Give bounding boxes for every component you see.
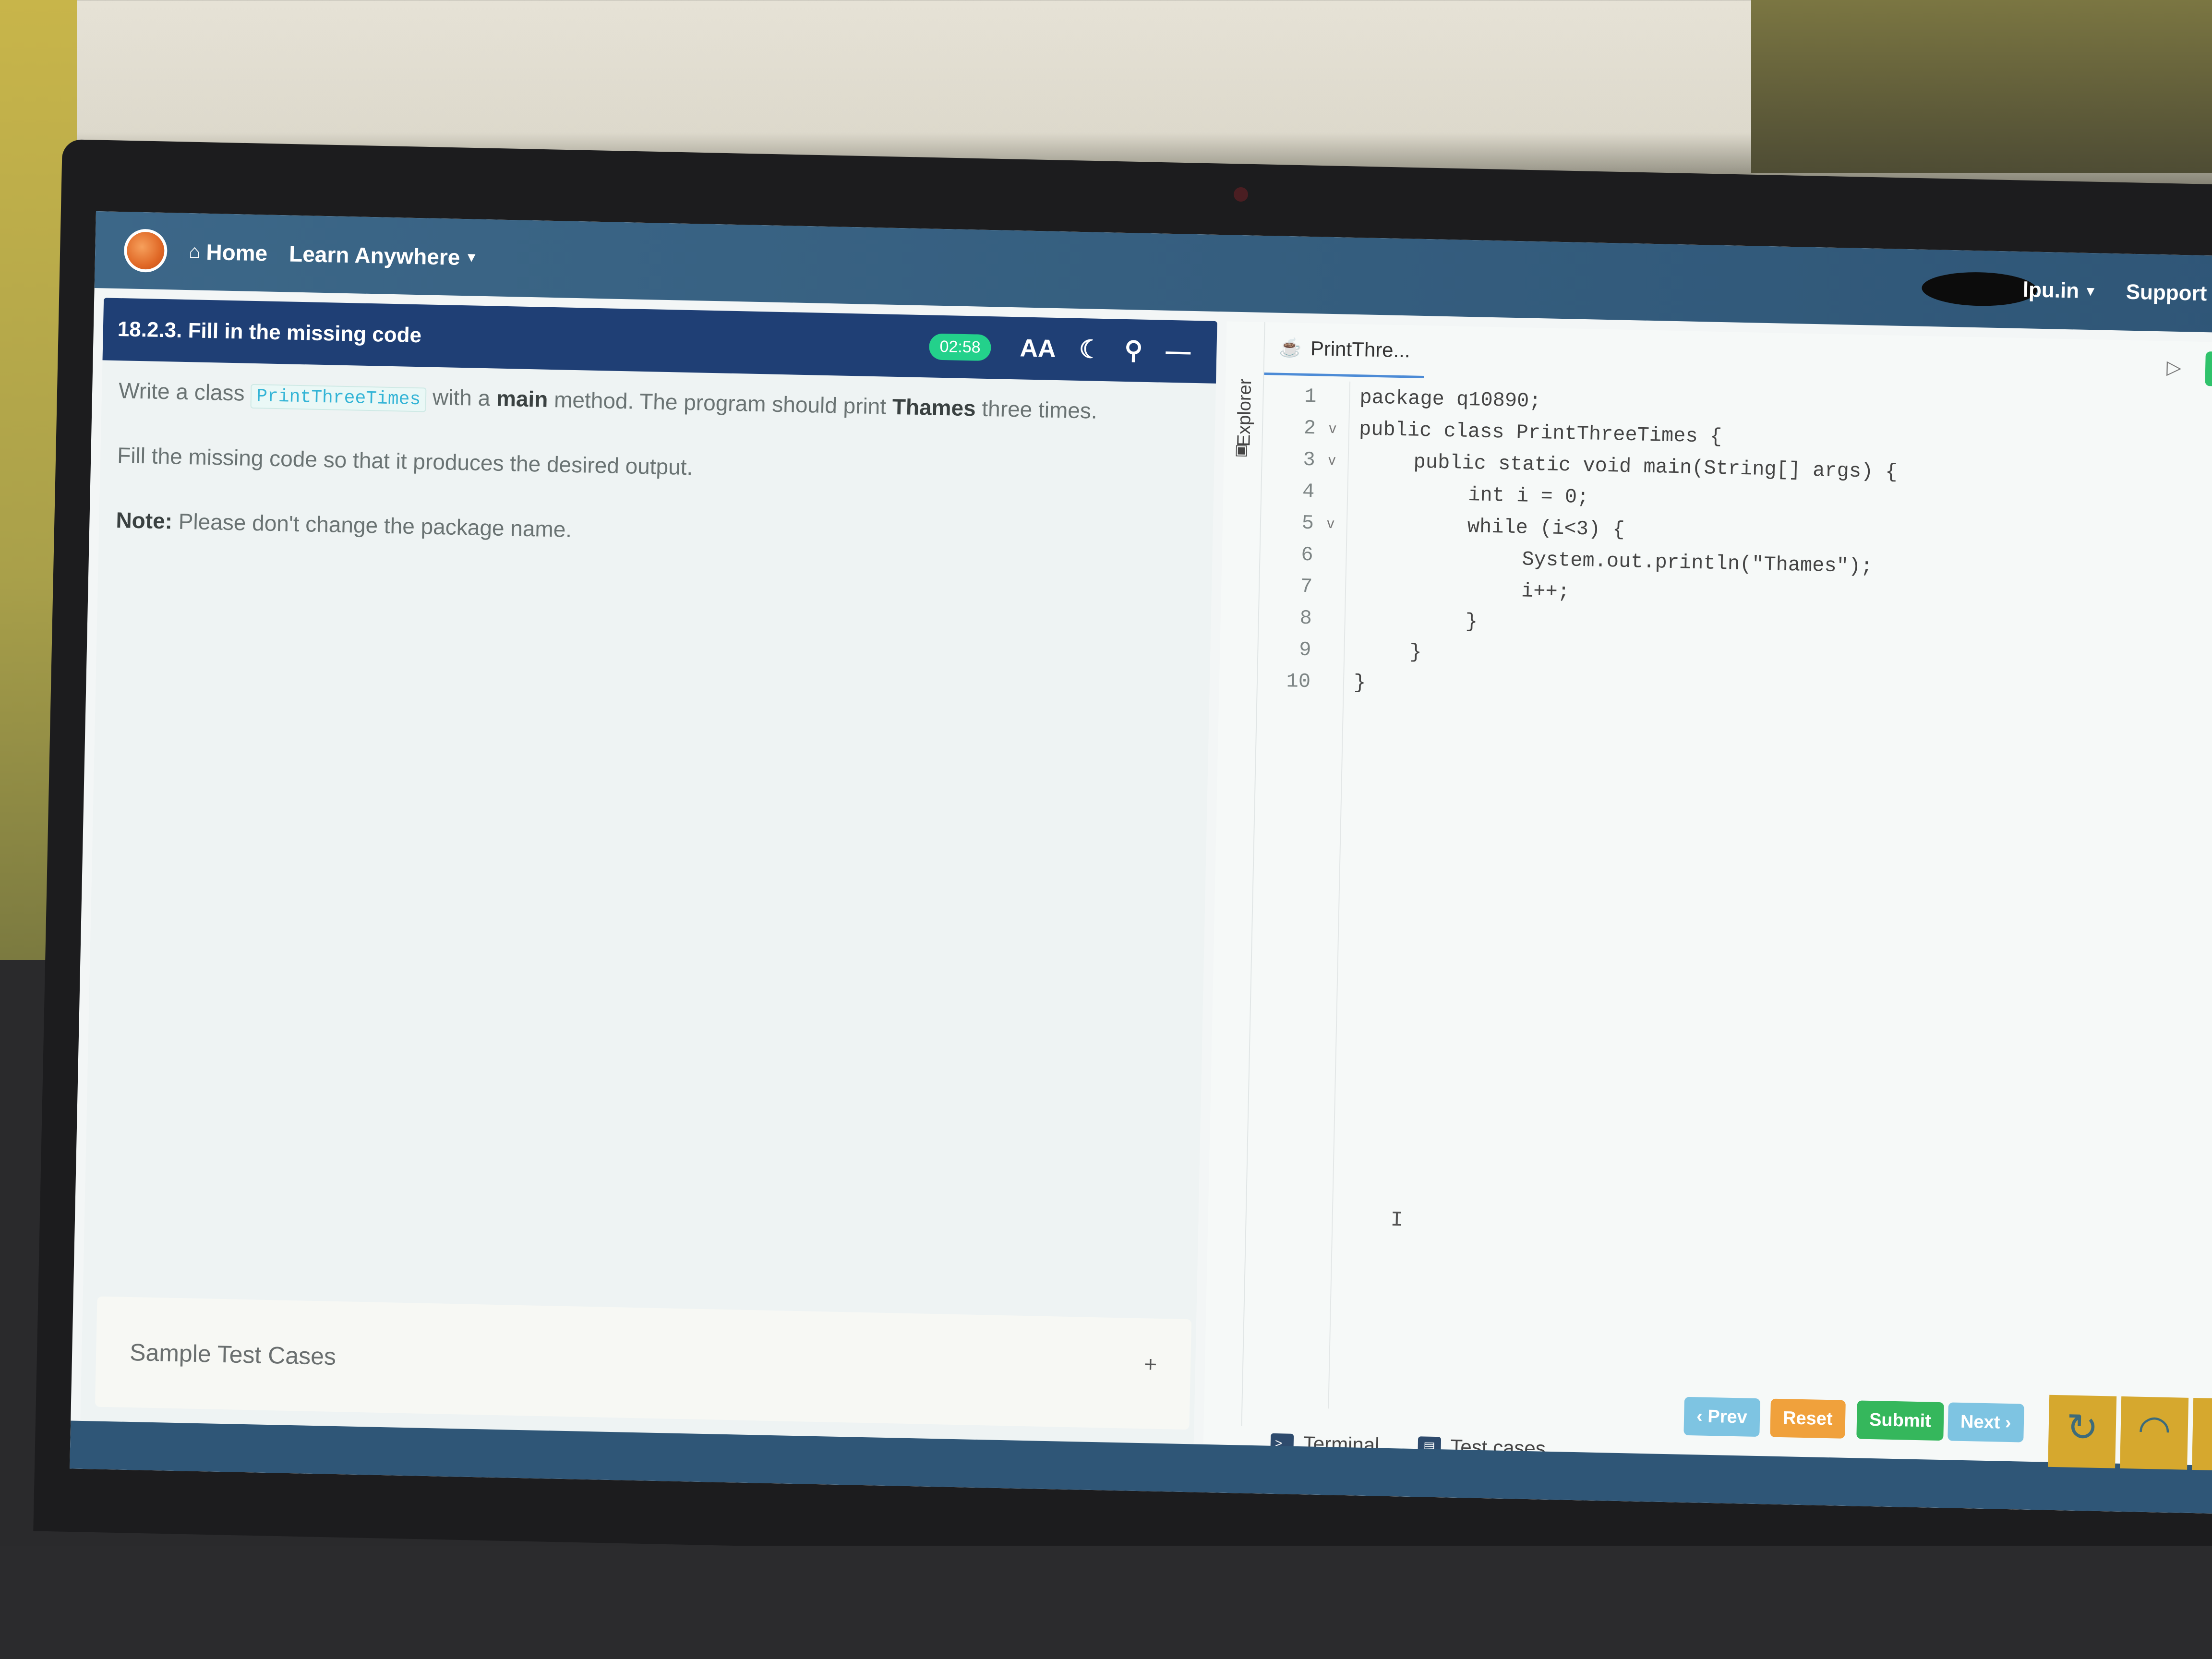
code-editor[interactable]: 1 package q10890; 2 v public class PrintThre…: [1242, 380, 2212, 1428]
line-number: 9: [1298, 638, 1311, 662]
redacted-username: [1922, 271, 2038, 307]
line-number: 8: [1299, 606, 1312, 630]
run-button[interactable]: ▶: [2205, 351, 2212, 387]
timer-badge: 02:58: [928, 333, 992, 361]
chevron-down-icon: ▼: [465, 250, 479, 265]
text-cursor: I: [1390, 1208, 1404, 1233]
line-number: 10: [1286, 670, 1311, 694]
question-panel: 18.2.3. Fill in the missing code 02:58 A…: [80, 298, 1217, 1444]
file-tab[interactable]: ☕ PrintThre...: [1264, 322, 1425, 379]
line-number: 6: [1300, 543, 1314, 567]
code-text: package q10890;: [1359, 386, 1541, 413]
line-number: 2: [1303, 416, 1316, 440]
desc-text: with a: [432, 384, 491, 411]
moon-icon[interactable]: ☾: [1079, 335, 1102, 364]
note-paragraph: Note: Please don't change the package na…: [116, 505, 1196, 558]
code-text: }: [1465, 610, 1478, 634]
expand-icon[interactable]: +: [1144, 1351, 1157, 1377]
fold-chevron-icon[interactable]: v: [1315, 452, 1349, 469]
link-icon[interactable]: ⚲: [1124, 336, 1143, 365]
nav-home[interactable]: ⌂ Home: [189, 239, 268, 266]
nav-right-group: lpu.in ▼ Support: [1921, 250, 2212, 333]
webcam: [1234, 187, 1248, 202]
code-text: int i = 0;: [1467, 483, 1589, 509]
minus-icon[interactable]: —: [1166, 337, 1191, 366]
prev-button[interactable]: ‹ Prev: [1683, 1396, 1760, 1437]
code-text: public class PrintThreeTimes {: [1358, 418, 1722, 449]
line-number: 5: [1301, 511, 1314, 535]
fold-chevron-icon[interactable]: v: [1314, 515, 1348, 532]
code-text: }: [1409, 640, 1422, 664]
battery-tray-icon[interactable]: ▯: [2192, 1398, 2212, 1471]
question-title: 18.2.3. Fill in the missing code: [117, 317, 422, 348]
desc-text: three times.: [981, 396, 1098, 423]
wifi-tray-icon[interactable]: ◠: [2120, 1396, 2189, 1470]
sample-test-cases-label: Sample Test Cases: [129, 1338, 337, 1370]
desc-bold-main: main: [496, 385, 548, 412]
inline-code-class: PrintThreeTimes: [250, 384, 427, 412]
fold-chevron-icon: [1312, 618, 1346, 619]
nav-learn-anywhere[interactable]: Learn Anywhere ▼: [289, 240, 479, 270]
file-tab-label: PrintThre...: [1310, 337, 1411, 361]
account-menu[interactable]: lpu.in: [2022, 278, 2079, 303]
note-text: Please don't change the package name.: [178, 508, 572, 542]
note-label: Note:: [116, 507, 173, 534]
sample-test-cases[interactable]: Sample Test Cases +: [95, 1296, 1192, 1430]
line-number: 3: [1302, 448, 1316, 472]
description-paragraph: Write a class PrintThreeTimes with a mai…: [119, 375, 1199, 429]
chevron-down-icon: ▼: [2083, 283, 2098, 299]
java-file-icon: ☕: [1279, 337, 1302, 359]
laptop-base: [0, 1546, 2212, 1659]
explorer-label: Explorer: [1234, 378, 1256, 447]
line-number: 1: [1304, 385, 1317, 409]
code-text: i++;: [1521, 579, 1570, 604]
site-logo[interactable]: [123, 228, 168, 273]
nav-home-label: Home: [205, 239, 268, 266]
line-number: 4: [1302, 480, 1315, 504]
home-icon: ⌂: [188, 240, 201, 263]
desc-bold-thames: Thames: [892, 394, 976, 421]
fill-instruction: Fill the missing code so that it produce…: [117, 443, 693, 480]
wall-background-right: [1751, 0, 2212, 173]
reset-button[interactable]: Reset: [1770, 1398, 1846, 1439]
editor-panel: ▣ Explorer ☕ PrintThre... ▷ ▶ 1package q…: [1202, 321, 2212, 1515]
submit-button[interactable]: Submit: [1856, 1400, 1944, 1441]
desc-text: method. The program should print: [553, 387, 887, 419]
play-icon[interactable]: ▷: [2166, 356, 2182, 379]
fold-chevron-icon[interactable]: v: [1316, 420, 1350, 437]
laptop-screen: ⌂ Home Learn Anywhere ▼ lpu.in ▼ Support…: [70, 211, 2212, 1515]
code-text: }: [1353, 671, 1366, 695]
question-description: Write a class PrintThreeTimes with a mai…: [98, 360, 1216, 606]
support-link[interactable]: Support: [2126, 280, 2207, 306]
nav-learn-label: Learn Anywhere: [289, 241, 460, 270]
next-button[interactable]: Next ›: [1948, 1402, 2024, 1443]
code-text: while (i<3) {: [1467, 515, 1625, 541]
desc-text: Write a class: [118, 378, 245, 406]
font-size-icon[interactable]: AA: [1020, 334, 1056, 363]
refresh-tray-icon[interactable]: ↻: [2048, 1395, 2117, 1468]
line-number: 7: [1300, 575, 1313, 599]
